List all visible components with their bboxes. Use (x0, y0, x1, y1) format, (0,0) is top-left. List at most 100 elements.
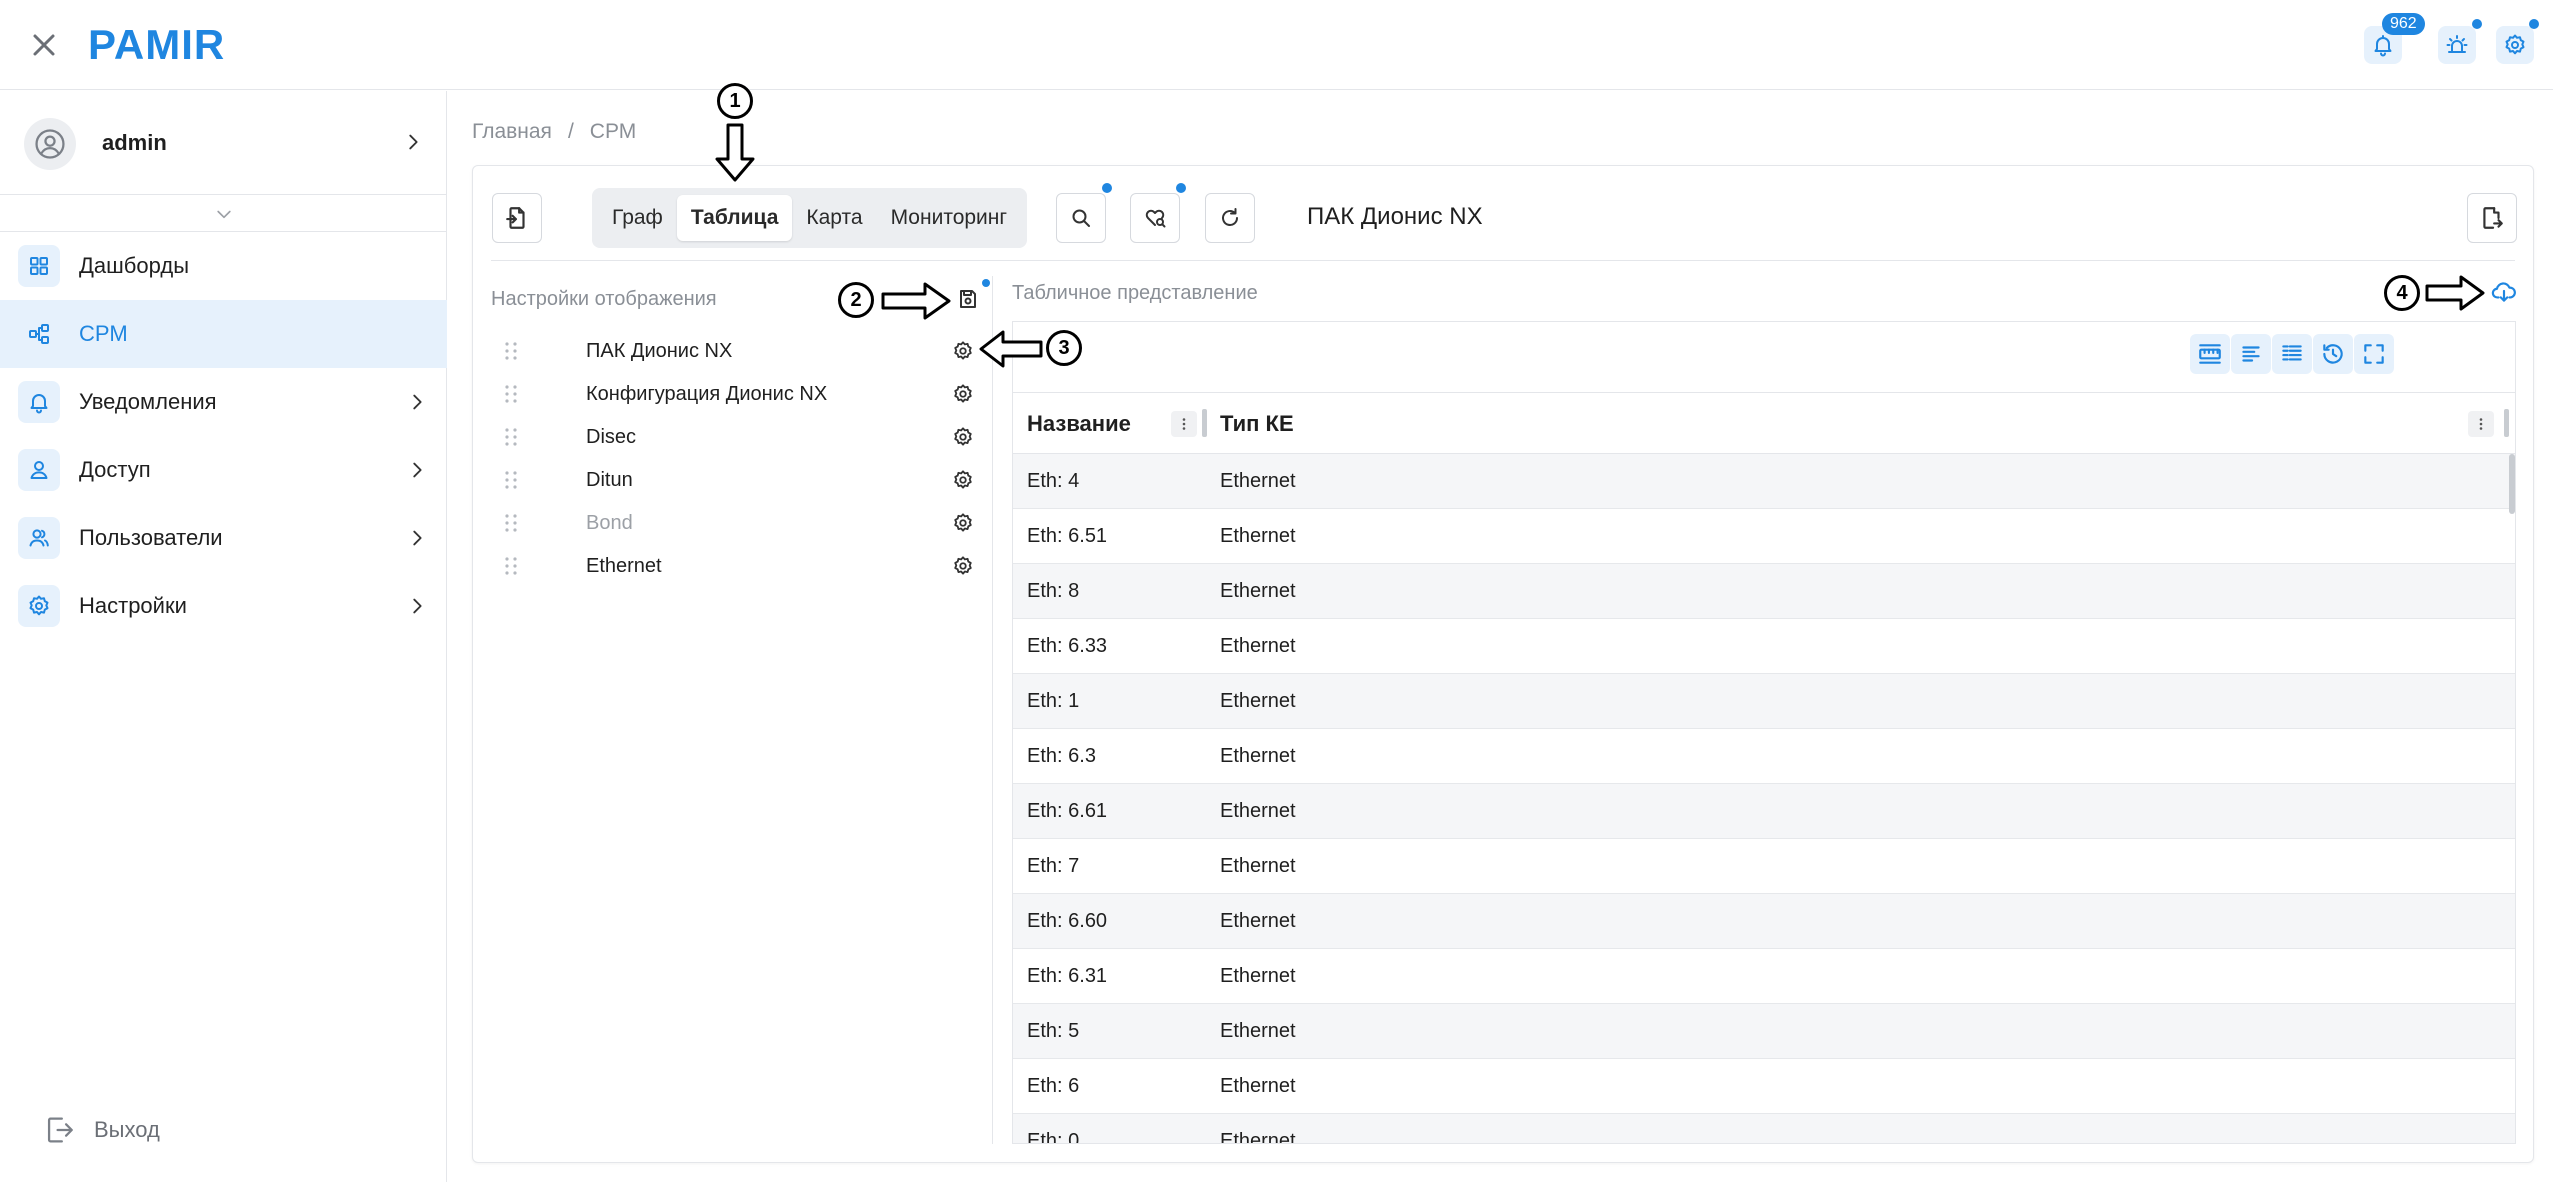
sidebar-item-label: Уведомления (79, 389, 217, 414)
column-header-type[interactable]: Тип КЕ (1220, 393, 1294, 455)
tab-table[interactable]: Таблица (676, 195, 793, 241)
drag-handle-icon[interactable] (503, 556, 519, 576)
columns-button[interactable] (2272, 334, 2312, 374)
breadcrumb-separator: / (567, 120, 574, 143)
list-item-label: ПАК Дионис NX (586, 339, 733, 362)
annotation-marker-2: 2 (838, 282, 874, 318)
chevron-right-icon (406, 391, 428, 413)
chevron-right-icon (406, 459, 428, 481)
close-icon[interactable] (26, 27, 62, 63)
table-row[interactable]: Eth: 6.51 Ethernet (1013, 509, 2515, 564)
table-row[interactable]: Eth: 5 Ethernet (1013, 1004, 2515, 1059)
drag-handle-icon[interactable] (503, 513, 519, 533)
refresh-button[interactable] (1205, 193, 1255, 243)
table-cell: Eth: 6.51 (1027, 524, 1108, 547)
gear-icon[interactable] (952, 512, 974, 534)
table-row[interactable]: Eth: 6 Ethernet (1013, 1059, 2515, 1114)
gear-icon[interactable] (952, 426, 974, 448)
table-row[interactable]: Eth: 7 Ethernet (1013, 839, 2515, 894)
sidebar-item-label: Доступ (79, 457, 151, 482)
bell-icon (2371, 33, 2395, 57)
table-cell: Eth: 6 (1027, 1074, 1080, 1097)
gear-icon[interactable] (952, 340, 974, 362)
user-name: admin (102, 130, 167, 155)
list-item[interactable]: Disec (491, 416, 974, 458)
refresh-icon (1218, 206, 1242, 230)
drag-handle-icon[interactable] (503, 384, 519, 404)
alarm-button[interactable] (2438, 26, 2476, 64)
tab-graph[interactable]: Граф (598, 195, 677, 241)
column-resize-handle[interactable] (1202, 409, 1207, 437)
list-item[interactable]: Bond (491, 502, 974, 544)
panel-divider[interactable] (992, 276, 993, 1144)
import-button[interactable] (492, 193, 542, 243)
sidebar-item-crm[interactable]: СРМ (0, 300, 447, 368)
tab-monitoring[interactable]: Мониторинг (877, 195, 1021, 241)
table-cell: Ethernet (1220, 799, 1296, 822)
favorite-search-button[interactable] (1130, 193, 1180, 243)
sidebar-item-label: Дашборды (79, 253, 189, 278)
sidebar-item-label: Настройки (79, 593, 187, 618)
table-row[interactable]: Eth: 8 Ethernet (1013, 564, 2515, 619)
column-menu-icon[interactable] (2468, 411, 2494, 437)
drag-handle-icon[interactable] (503, 470, 519, 490)
sidebar-item-settings[interactable]: Настройки (0, 572, 447, 640)
tab-map[interactable]: Карта (792, 195, 876, 241)
save-dot (982, 279, 990, 287)
table-cell: Eth: 6.31 (1027, 964, 1108, 987)
search-button[interactable] (1056, 193, 1106, 243)
save-settings-icon[interactable] (956, 287, 980, 311)
table-row[interactable]: Eth: 4 Ethernet (1013, 454, 2515, 509)
list-item[interactable]: Ethernet (491, 545, 974, 587)
sidebar-item-users[interactable]: Пользователи (0, 504, 447, 572)
column-header-name[interactable]: Название (1027, 393, 1131, 455)
drag-handle-icon[interactable] (503, 341, 519, 361)
divider (491, 260, 2515, 261)
column-resize-handle[interactable] (2504, 409, 2509, 437)
chevron-right-icon (402, 131, 424, 153)
row-density-button[interactable] (2190, 334, 2230, 374)
sidebar-item-notifications[interactable]: Уведомления (0, 368, 447, 436)
breadcrumb-home[interactable]: Главная (472, 120, 552, 144)
table-cell: Eth: 6.61 (1027, 799, 1108, 822)
table-row[interactable]: Eth: 1 Ethernet (1013, 674, 2515, 729)
logout-icon (42, 1113, 76, 1147)
fullscreen-button[interactable] (2354, 334, 2394, 374)
list-item[interactable]: Конфигурация Дионис NX (491, 373, 974, 415)
list-item[interactable]: Ditun (491, 459, 974, 501)
table-row[interactable]: Eth: 6.60 Ethernet (1013, 894, 2515, 949)
gear-icon[interactable] (952, 383, 974, 405)
table-row[interactable]: Eth: 6.31 Ethernet (1013, 949, 2515, 1004)
text-align-button[interactable] (2231, 334, 2271, 374)
reset-button[interactable] (2313, 334, 2353, 374)
user-icon (18, 449, 60, 491)
table-row[interactable]: Eth: 6.3 Ethernet (1013, 729, 2515, 784)
gear-icon[interactable] (952, 555, 974, 577)
sidebar-item-dashboards[interactable]: Дашборды (0, 232, 447, 300)
sidebar-item-access[interactable]: Доступ (0, 436, 447, 504)
settings-button[interactable] (2496, 26, 2534, 64)
table-scrollbar[interactable] (2509, 454, 2515, 514)
table-row[interactable]: Eth: 0 Ethernet (1013, 1114, 2515, 1143)
drag-handle-icon[interactable] (503, 427, 519, 447)
table-row[interactable]: Eth: 6.33 Ethernet (1013, 619, 2515, 674)
table-cell: Ethernet (1220, 689, 1296, 712)
list-item-label: Конфигурация Дионис NX (586, 382, 828, 405)
annotation-arrow-down (715, 123, 755, 182)
export-button[interactable] (2467, 193, 2517, 243)
logout-button[interactable]: Выход (42, 1113, 160, 1147)
column-menu-icon[interactable] (1171, 411, 1197, 437)
table-row[interactable]: Eth: 6.61 Ethernet (1013, 784, 2515, 839)
breadcrumb-current: СРМ (589, 120, 637, 143)
file-import-icon (504, 205, 530, 231)
table-header: Название Тип КЕ (1013, 392, 2515, 455)
table-cell: Eth: 7 (1027, 854, 1080, 877)
user-circle-icon (33, 127, 67, 161)
gear-icon[interactable] (952, 469, 974, 491)
user-profile-row[interactable]: admin (0, 91, 447, 195)
list-item-label: Ditun (586, 468, 633, 491)
search-dot (1102, 183, 1112, 193)
collapse-toggle[interactable] (0, 196, 447, 232)
list-item[interactable]: ПАК Дионис NX (491, 330, 974, 372)
cloud-download-icon[interactable] (2491, 279, 2517, 305)
